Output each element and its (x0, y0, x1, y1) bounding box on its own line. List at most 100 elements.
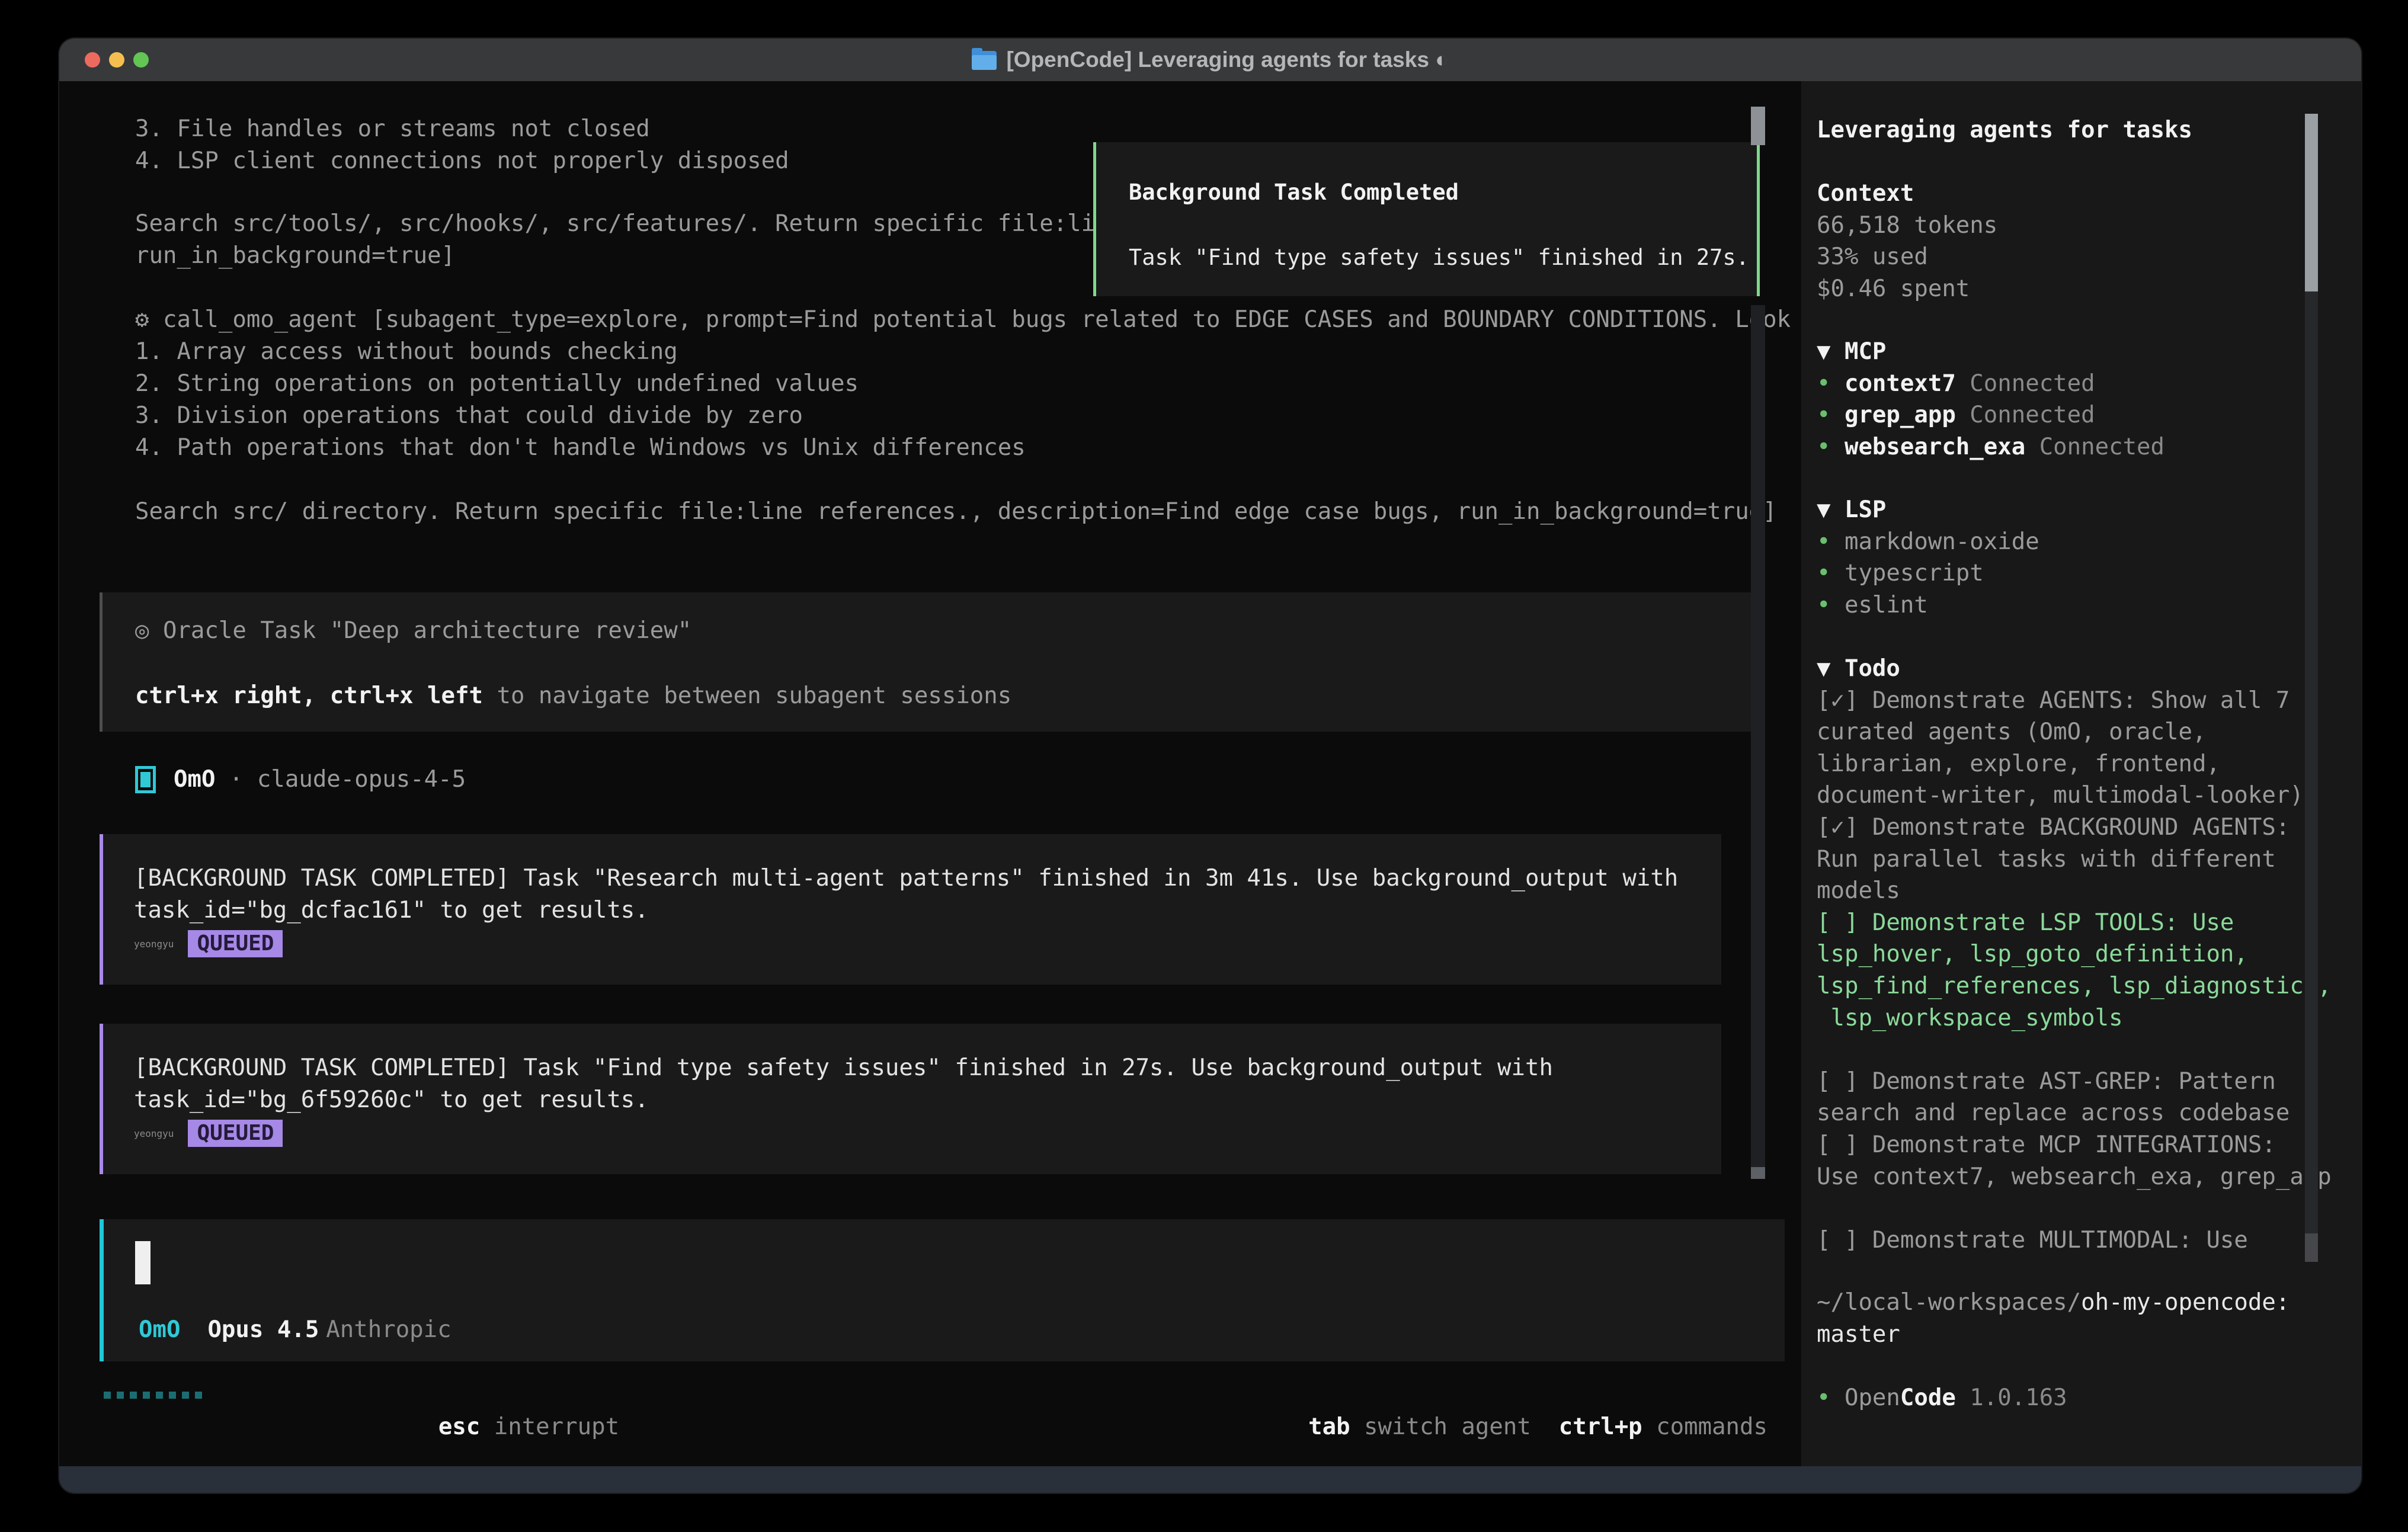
esc-hint: esc interrupt (299, 1379, 619, 1475)
context-heading: Context (1817, 178, 2308, 210)
mcp-name: websearch_exa (1845, 434, 2025, 460)
todo-line: curated agents (OmO, oracle, (1817, 716, 2308, 748)
triangle-icon: ▼ (1817, 496, 1830, 523)
agent-call-block: ⚙ call_omo_agent [subagent_type=explore,… (135, 304, 1846, 464)
blank-line (1817, 1193, 2308, 1225)
task-user: yeongyu (134, 1128, 174, 1139)
oracle-hint-keys: ctrl+x right, ctrl+x left (135, 682, 483, 709)
background-task-toast: Background Task Completed Task "Find typ… (1093, 142, 1760, 296)
sidebar-scrollbar-track[interactable] (2305, 291, 2318, 1233)
gear-icon: ⚙ (135, 306, 149, 333)
input-agent-label: OmO (139, 1314, 180, 1346)
bullet-icon: • (1817, 592, 1830, 618)
todo-line: [✓] Demonstrate BACKGROUND AGENTS: (1817, 812, 2308, 844)
mcp-section-header[interactable]: ▼ MCP (1817, 336, 2308, 368)
bullet-icon: • (1817, 434, 1830, 460)
agent-header: OmO · claude-opus-4-5 (135, 762, 466, 797)
input-provider-label: Anthropic (326, 1314, 451, 1346)
triangle-icon: ▼ (1817, 338, 1830, 365)
window-footer (59, 1466, 2361, 1493)
todo-section-header[interactable]: ▼ Todo (1817, 653, 2308, 685)
app-window: [OpenCode] Leveraging agents for tasks ◐… (59, 39, 2361, 1493)
terminal-line: Search src/tools/, src/hooks/, src/featu… (135, 208, 1123, 240)
version-section: • OpenCode 1.0.163 (1817, 1382, 2308, 1414)
terminal-line: run_in_background=true] (135, 240, 1123, 272)
terminal-scrollbar-cap (1751, 1167, 1765, 1179)
task-user: yeongyu (134, 938, 174, 950)
todo-line: [ ] Demonstrate MULTIMODAL: Use (1817, 1225, 2308, 1257)
lsp-section: ▼ LSP • markdown-oxide • typescript • es… (1817, 494, 2308, 621)
app-name-dim: Open (1830, 1384, 1900, 1411)
context-section: Context 66,518 tokens 33% used $0.46 spe… (1817, 178, 2308, 305)
todo-section: ▼ Todo [✓] Demonstrate AGENTS: Show all … (1817, 653, 2308, 1256)
agent-model: · claude-opus-4-5 (215, 764, 466, 796)
todo-line: librarian, explore, frontend, (1817, 748, 2308, 780)
bullet-icon: • (1817, 528, 1830, 555)
todo-line: Run parallel tasks with different (1817, 844, 2308, 876)
close-button[interactable] (85, 52, 100, 68)
titlebar: [OpenCode] Leveraging agents for tasks ◐ (59, 39, 2361, 82)
todo-line: [ ] Demonstrate AST-GREP: Pattern (1817, 1066, 2308, 1098)
terminal-line: 3. Division operations that could divide… (135, 400, 1846, 432)
status-badge: QUEUED (188, 930, 283, 957)
agent-name: OmO (174, 764, 215, 796)
ctrlp-key: ctrl+p (1559, 1414, 1642, 1440)
workspace-path-strong: oh-my-opencode: (2081, 1289, 2289, 1316)
workspace-branch: master (1817, 1319, 2308, 1351)
lsp-item: • typescript (1817, 557, 2308, 589)
screenshot-root: [OpenCode] Leveraging agents for tasks ◐… (0, 0, 2408, 1532)
mcp-item: • context7 Connected (1817, 368, 2308, 400)
minimize-button[interactable] (109, 52, 124, 68)
todo-line: search and replace across codebase (1817, 1097, 2308, 1129)
terminal-scrollbar-track[interactable] (1751, 305, 1765, 1179)
bullet-icon: • (1817, 370, 1830, 397)
issue-list-block: 3. File handles or streams not closed 4.… (135, 113, 789, 177)
spinner-dots (104, 1379, 202, 1411)
context-spent: $0.46 spent (1817, 273, 2308, 305)
task-line: [BACKGROUND TASK COMPLETED] Task "Resear… (134, 863, 1721, 895)
terminal-line: 4. LSP client connections not properly d… (135, 145, 789, 177)
bullet-icon: • (1817, 1384, 1830, 1411)
todo-line: Use context7, websearch_exa, grep_app (1817, 1161, 2308, 1193)
todo-line-active: [ ] Demonstrate LSP TOOLS: Use (1817, 907, 2308, 939)
todo-line: [✓] Demonstrate AGENTS: Show all 7 (1817, 685, 2308, 717)
text-cursor (135, 1241, 150, 1284)
lsp-item: • markdown-oxide (1817, 526, 2308, 558)
oracle-title: Oracle Task "Deep architecture review" (149, 617, 691, 644)
task-line: [BACKGROUND TASK COMPLETED] Task "Find t… (134, 1052, 1721, 1084)
lsp-item: • eslint (1817, 589, 2308, 621)
traffic-lights (85, 52, 149, 68)
oracle-task-panel: ◎ Oracle Task "Deep architecture review"… (100, 592, 1760, 732)
todo-line: document-writer, multimodal-looker) (1817, 780, 2308, 812)
sidebar-scrollbar-cap (2305, 1233, 2318, 1262)
sidebar-scrollbar-thumb[interactable] (2305, 114, 2318, 291)
terminal-line: Search src/ directory. Return specific f… (135, 496, 1777, 528)
todo-line-active: lsp_hover, lsp_goto_definition, (1817, 938, 2308, 970)
input-model-label: Opus 4.5 (207, 1314, 319, 1346)
task-line: task_id="bg_dcfac161" to get results. (134, 895, 1721, 927)
input-meta: OmO Opus 4.5 Anthropic (139, 1314, 451, 1346)
esc-key: esc (438, 1414, 480, 1440)
toast-body: Task "Find type safety issues" finished … (1129, 242, 1757, 274)
context-used: 33% used (1817, 241, 2308, 273)
terminal-scrollbar-thumb[interactable] (1751, 107, 1765, 145)
terminal-line: 4. Path operations that don't handle Win… (135, 432, 1846, 464)
toast-title: Background Task Completed (1129, 177, 1757, 209)
mcp-item: • websearch_exa Connected (1817, 431, 2308, 463)
mcp-name: context7 (1845, 370, 1956, 397)
agent-call-tail: Search src/ directory. Return specific f… (135, 496, 1777, 528)
lsp-section-header[interactable]: ▼ LSP (1817, 494, 2308, 526)
terminal-line: 3. File handles or streams not closed (135, 113, 789, 145)
background-task-message: [BACKGROUND TASK COMPLETED] Task "Resear… (100, 834, 1721, 985)
agent-icon (135, 766, 156, 793)
agent-call-command: call_omo_agent [subagent_type=explore, p… (149, 306, 1846, 333)
app-version: 1.0.163 (1956, 1384, 2067, 1411)
folder-icon (972, 51, 997, 70)
status-badge: QUEUED (188, 1120, 283, 1147)
mcp-item: • grep_app Connected (1817, 399, 2308, 431)
session-title: Leveraging agents for tasks (1817, 114, 2308, 146)
prompt-input[interactable]: OmO Opus 4.5 Anthropic (100, 1219, 1785, 1361)
tab-label: switch agent (1350, 1414, 1531, 1440)
triangle-icon: ▼ (1817, 655, 1830, 682)
zoom-button[interactable] (133, 52, 149, 68)
